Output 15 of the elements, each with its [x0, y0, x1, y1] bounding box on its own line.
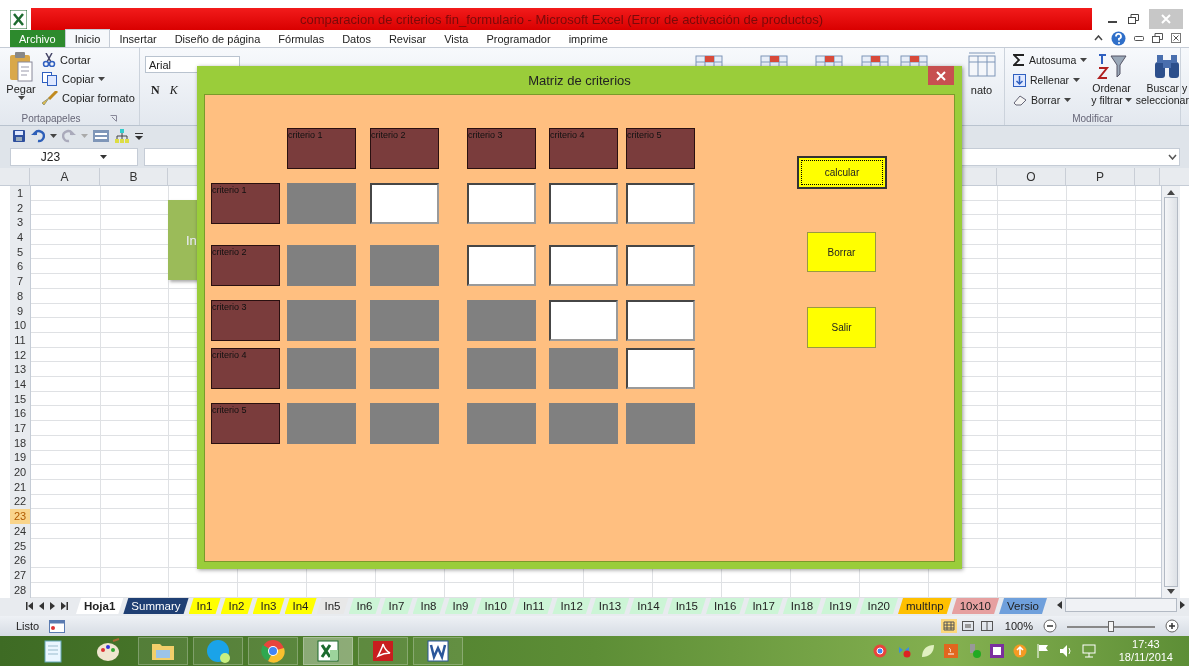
status-text: Listo — [16, 620, 40, 632]
column-label: criterio 3 — [467, 128, 536, 169]
row-label: criterio 4 — [211, 348, 280, 389]
group-label: Portapapeles — [21, 113, 81, 124]
row-label: criterio 1 — [211, 183, 280, 224]
column-label: criterio 1 — [287, 128, 356, 169]
column-label: criterio 5 — [626, 128, 695, 169]
group-label: Modificar — [1072, 113, 1113, 124]
dialog-title: Matriz de criterios — [528, 72, 631, 88]
column-label: criterio 2 — [370, 128, 439, 169]
row-label: criterio 5 — [211, 403, 280, 444]
row-label: criterio 2 — [211, 245, 280, 286]
window-title: comparacion de criterios fin_formulario - Microsoft Excel (Error de activación de productos) — [299, 11, 824, 27]
column-label: criterio 4 — [549, 128, 618, 169]
row-label: criterio 3 — [211, 300, 280, 341]
